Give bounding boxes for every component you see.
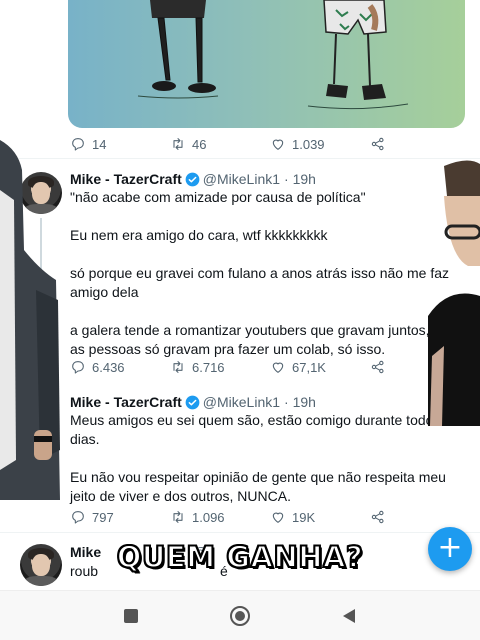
tweet-paragraph: a galera tende a romantizar youtubers qu… [70, 322, 471, 357]
avatar-shirt [24, 576, 58, 586]
tweet-time[interactable]: · 19h [284, 394, 316, 410]
tweet-paragraph: Eu não vou respeitar opinião de gente qu… [70, 469, 446, 504]
share-icon [371, 510, 384, 524]
verified-badge-icon [185, 172, 200, 186]
reply-count: 14 [92, 136, 107, 152]
share-button[interactable] [370, 136, 386, 152]
author-handle[interactable]: @MikeLink1 [203, 394, 280, 410]
tweet-actions-top: 14 46 1.039 [70, 136, 386, 152]
like-button[interactable]: 1.039 [270, 136, 370, 152]
reply-button[interactable]: 797 [70, 509, 170, 525]
tweet-actions: 6.436 6.716 67,1K [70, 359, 386, 375]
video-caption: QUEM GANHA? [116, 539, 364, 575]
back-icon [343, 609, 355, 623]
overlay-person-right [428, 156, 480, 426]
home-button[interactable] [227, 603, 253, 629]
author-handle[interactable]: @MikeLink1 [203, 171, 280, 187]
recent-apps-button[interactable] [118, 603, 144, 629]
reply-icon [72, 511, 84, 524]
like-count: 67,1K [292, 359, 326, 375]
divider [0, 532, 480, 533]
like-count: 1.039 [292, 136, 325, 152]
reply-count: 6.436 [92, 359, 125, 375]
share-button[interactable] [370, 359, 386, 375]
divider [0, 158, 480, 159]
reply-icon [72, 361, 84, 374]
retweet-button[interactable]: 46 [170, 136, 270, 152]
like-button[interactable]: 67,1K [270, 359, 370, 375]
tweet-time[interactable]: · 19h [284, 171, 316, 187]
tweet-text: Meus amigos eu sei quem são, estão comig… [70, 411, 470, 506]
tweet-media-illustration[interactable] [68, 0, 465, 128]
reply-button[interactable]: 14 [70, 136, 170, 152]
like-button[interactable]: 19K [270, 509, 370, 525]
author-name[interactable]: Mike - TazerCraft [70, 394, 182, 410]
share-button[interactable] [370, 509, 386, 525]
retweet-button[interactable]: 6.716 [170, 359, 270, 375]
reply-button[interactable]: 6.436 [70, 359, 170, 375]
retweet-count: 46 [192, 136, 207, 152]
retweet-count: 6.716 [192, 359, 225, 375]
retweet-button[interactable]: 1.096 [170, 509, 270, 525]
verified-badge-icon [185, 395, 200, 409]
overlay-person-left [0, 130, 62, 500]
tweet-actions: 797 1.096 19K [70, 509, 386, 525]
like-icon [272, 139, 284, 150]
tweet-header: Mike - TazerCraft @MikeLink1 · 19h [70, 394, 316, 410]
system-nav-bar [0, 590, 480, 640]
tweet-paragraph: só porque eu gravei com fulano a anos at… [70, 265, 449, 300]
like-icon [272, 512, 284, 523]
home-icon [230, 606, 250, 626]
like-icon [272, 362, 284, 373]
tweet-paragraph: Eu nem era amigo do cara, wtf kkkkkkkkk [70, 227, 328, 243]
share-icon [371, 137, 384, 151]
back-button[interactable] [336, 603, 362, 629]
author-name[interactable]: Mike - TazerCraft [70, 171, 182, 187]
tweet-header: Mike - TazerCraft @MikeLink1 · 19h [70, 171, 316, 187]
tweet-paragraph: Meus amigos eu sei quem são, estão comig… [70, 412, 460, 447]
recent-apps-icon [124, 609, 138, 623]
like-count: 19K [292, 509, 316, 525]
retweet-count: 1.096 [192, 509, 225, 525]
retweet-icon [173, 511, 183, 523]
retweet-icon [173, 361, 183, 373]
reply-count: 797 [92, 509, 114, 525]
reply-icon [72, 138, 84, 151]
retweet-icon [173, 138, 183, 150]
tweet-text: "não acabe com amizade por causa de polí… [70, 188, 470, 359]
tweet-paragraph: "não acabe com amizade por causa de polí… [70, 189, 366, 205]
share-icon [371, 360, 384, 374]
